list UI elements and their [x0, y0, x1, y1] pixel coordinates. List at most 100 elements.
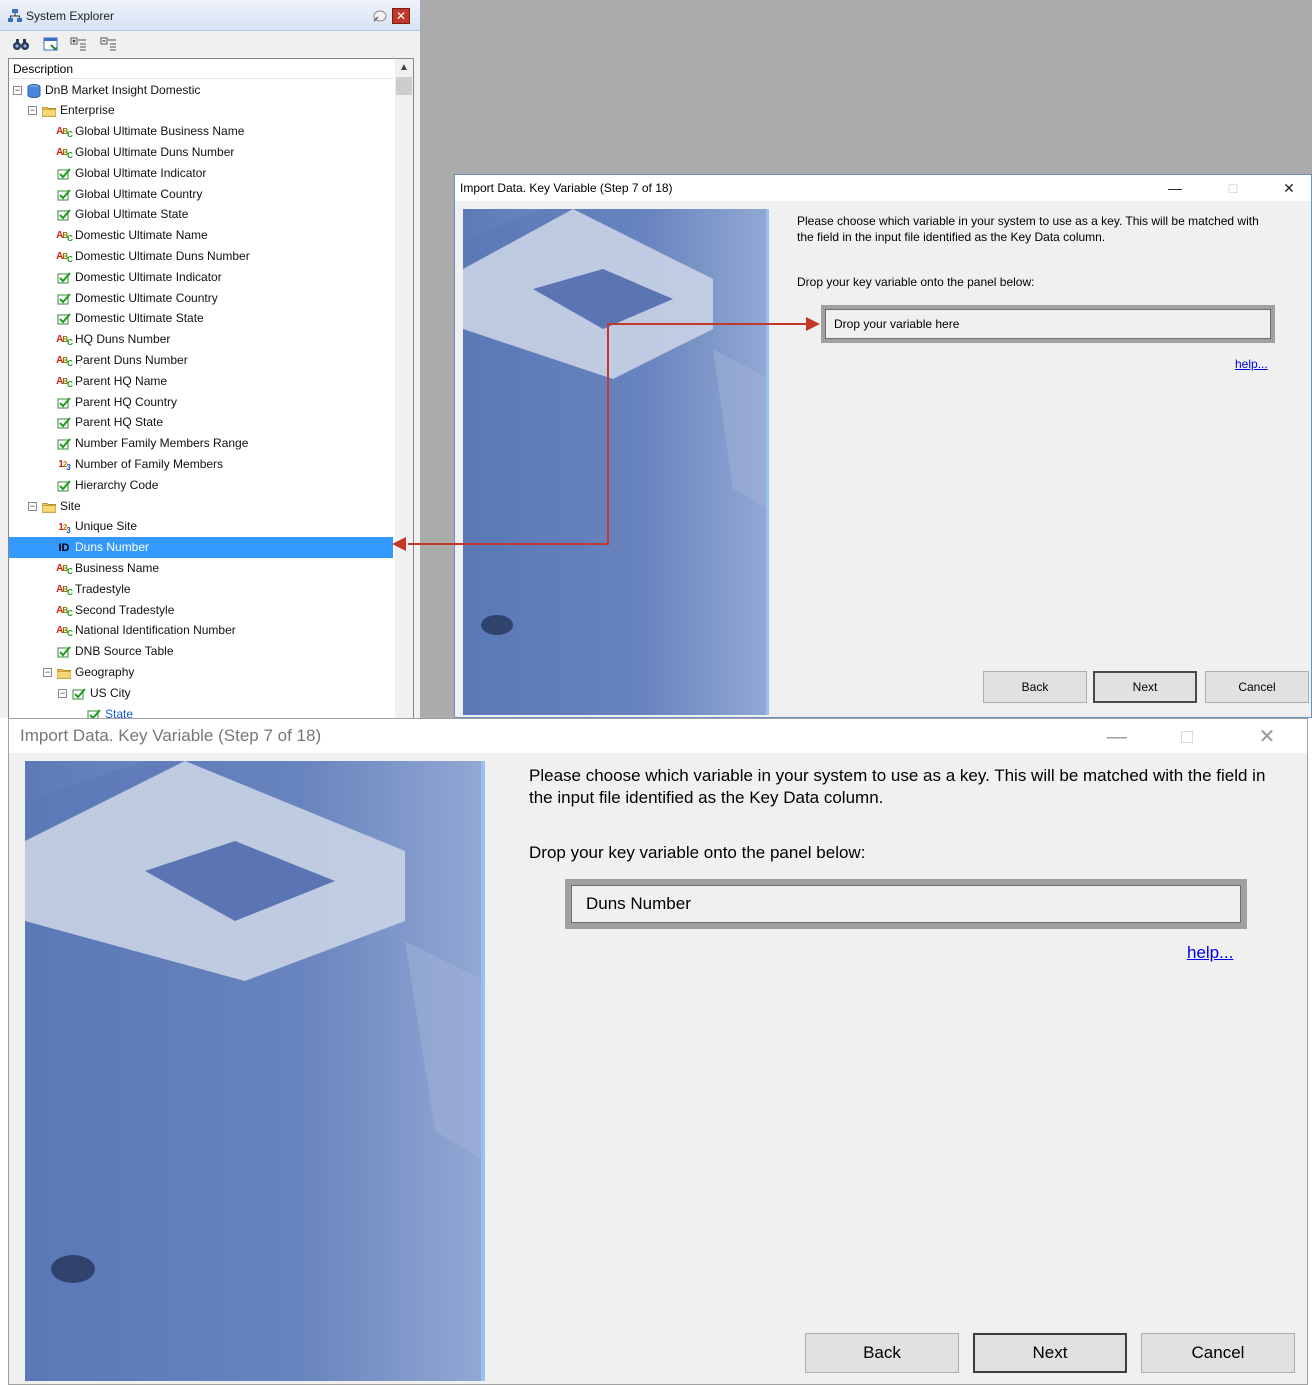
category-variable-icon	[57, 188, 71, 202]
tree-item-label: Enterprise	[60, 103, 115, 118]
scroll-up-icon[interactable]: ▲	[395, 59, 413, 77]
tree-item[interactable]: Parent HQ Country	[9, 392, 393, 413]
tree-item-label: Parent Duns Number	[75, 352, 188, 367]
tree-item[interactable]: A B C Second Tradestyle	[9, 600, 393, 621]
key-variable-drop-panel[interactable]: Drop your variable here	[821, 305, 1275, 343]
system-explorer-icon	[8, 9, 22, 22]
folder-icon	[42, 104, 56, 118]
tree-item[interactable]: Domestic Ultimate Indicator	[9, 267, 393, 288]
tree-item-label: Domestic Ultimate State	[75, 311, 204, 326]
collapse-toggle-icon[interactable]: −	[13, 85, 22, 95]
next-button-large[interactable]: Next	[973, 1333, 1127, 1373]
tree-item[interactable]: A B C HQ Duns Number	[9, 329, 393, 350]
tree-item[interactable]: 1 2 3 Number of Family Members	[9, 454, 393, 475]
properties-icon[interactable]	[42, 35, 60, 53]
drop-prompt-text: Drop your key variable onto the panel be…	[797, 275, 1035, 289]
tree-item-label: Domestic Ultimate Name	[75, 228, 208, 243]
tree-item[interactable]: Number Family Members Range	[9, 433, 393, 454]
tree-item[interactable]: Domestic Ultimate Country	[9, 288, 393, 309]
category-variable-icon	[57, 437, 71, 451]
text-variable-icon: ABC	[56, 604, 73, 618]
tree-item-label: Global Ultimate State	[75, 207, 189, 222]
explorer-toolbar	[0, 30, 420, 58]
expand-all-icon[interactable]	[70, 35, 88, 53]
tree-item-label: Domestic Ultimate Indicator	[75, 269, 222, 284]
tree-item[interactable]: ID Duns Number	[9, 537, 393, 558]
tree-item[interactable]: 1 2 3 Unique Site	[9, 516, 393, 537]
tree-item[interactable]: Global Ultimate Country	[9, 184, 393, 205]
tree-item[interactable]: A B C Global Ultimate Business Name	[9, 121, 393, 142]
tree-item-label: Hierarchy Code	[75, 477, 159, 492]
category-variable-icon	[57, 208, 71, 222]
instruction-text: Please choose which variable in your sys…	[797, 214, 1259, 244]
tree-item-label: Unique Site	[75, 519, 138, 534]
dialog-title: Import Data. Key Variable (Step 7 of 18)	[460, 181, 673, 195]
dialog-titlebar-large: Import Data. Key Variable (Step 7 of 18)…	[9, 719, 1307, 753]
collapse-toggle-icon[interactable]: −	[28, 501, 37, 511]
back-button-large[interactable]: Back	[805, 1333, 959, 1373]
drop-panel-value[interactable]: Drop your variable here	[825, 309, 1271, 339]
tree-item[interactable]: A B C Business Name	[9, 558, 393, 579]
pin-icon[interactable]	[370, 8, 388, 24]
text-variable-icon: ABC	[56, 625, 73, 639]
collapse-toggle-icon[interactable]: −	[58, 688, 67, 698]
help-link-large[interactable]: help...	[1187, 943, 1233, 963]
minimize-button[interactable]: —	[1155, 177, 1195, 199]
numeric-variable-icon: 123	[58, 459, 71, 473]
tree-item[interactable]: DNB Source Table	[9, 641, 393, 662]
id-variable-icon: ID	[58, 542, 70, 555]
dialog-title-large: Import Data. Key Variable (Step 7 of 18)	[20, 726, 322, 745]
close-button[interactable]: ✕	[1269, 177, 1309, 199]
collapse-toggle-icon[interactable]: −	[28, 106, 37, 116]
tree-item[interactable]: − Site	[9, 496, 393, 517]
tree-item[interactable]: − DnB Market Insight Domestic	[9, 80, 393, 101]
tree-item[interactable]: Hierarchy Code	[9, 475, 393, 496]
text-variable-icon: ABC	[56, 230, 73, 244]
text-variable-icon: ABC	[56, 354, 73, 368]
system-explorer-panel: System Explorer ✕ Description − DnB Marke…	[0, 0, 421, 720]
tree-item-label: Global Ultimate Indicator	[75, 165, 207, 180]
cancel-button[interactable]: Cancel	[1205, 671, 1309, 703]
tree-item[interactable]: − Geography	[9, 662, 393, 683]
tree-item[interactable]: Global Ultimate State	[9, 204, 393, 225]
close-button-large[interactable]: ✕	[1243, 723, 1291, 751]
category-variable-icon	[57, 167, 71, 181]
folder-icon	[42, 500, 56, 514]
description-column-header[interactable]: Description	[9, 59, 393, 79]
tree-item-label: National Identification Number	[75, 623, 236, 638]
tree-item[interactable]: Global Ultimate Indicator	[9, 163, 393, 184]
tree-item-label: Parent HQ Name	[75, 373, 168, 388]
tree-item[interactable]: A B C Tradestyle	[9, 579, 393, 600]
tree-item-label: Tradestyle	[75, 581, 131, 596]
maximize-button-large: □	[1180, 726, 1194, 748]
tree-item[interactable]: A B C Parent Duns Number	[9, 350, 393, 371]
tree-item[interactable]: Domestic Ultimate State	[9, 308, 393, 329]
minimize-button-large[interactable]: —	[1093, 723, 1141, 751]
next-button[interactable]: Next	[1093, 671, 1197, 703]
key-variable-drop-panel-large[interactable]: Duns Number	[565, 879, 1247, 929]
floppy-disk-banner-image-large	[25, 761, 485, 1381]
cancel-button-large[interactable]: Cancel	[1141, 1333, 1295, 1373]
tree-item[interactable]: A B C Global Ultimate Duns Number	[9, 142, 393, 163]
tree-item-label: Domestic Ultimate Country	[75, 290, 218, 305]
tree-item[interactable]: A B C Domestic Ultimate Duns Number	[9, 246, 393, 267]
tree-item[interactable]: − Enterprise	[9, 100, 393, 121]
find-binoculars-icon[interactable]	[12, 35, 30, 53]
collapse-all-icon[interactable]	[100, 35, 118, 53]
tree-item[interactable]: A B C National Identification Number	[9, 620, 393, 641]
collapse-toggle-icon[interactable]: −	[43, 667, 52, 677]
scroll-thumb[interactable]	[396, 77, 412, 95]
category-variable-icon	[57, 645, 71, 659]
tree-item-label: Global Ultimate Country	[75, 186, 203, 201]
tree-item[interactable]: − US City	[9, 683, 393, 704]
back-button[interactable]: Back	[983, 671, 1087, 703]
explorer-close-button[interactable]: ✕	[392, 8, 410, 24]
tree-item[interactable]: A B C Parent HQ Name	[9, 371, 393, 392]
drop-panel-value-large[interactable]: Duns Number	[571, 885, 1241, 923]
tree-item-label: HQ Duns Number	[75, 332, 171, 347]
tree-item[interactable]: A B C Domestic Ultimate Name	[9, 225, 393, 246]
tree-item[interactable]: Parent HQ State	[9, 412, 393, 433]
tree-item-label: Business Name	[75, 560, 160, 575]
help-link[interactable]: help...	[1235, 357, 1268, 371]
tree-scrollbar[interactable]: ▲	[395, 59, 413, 719]
